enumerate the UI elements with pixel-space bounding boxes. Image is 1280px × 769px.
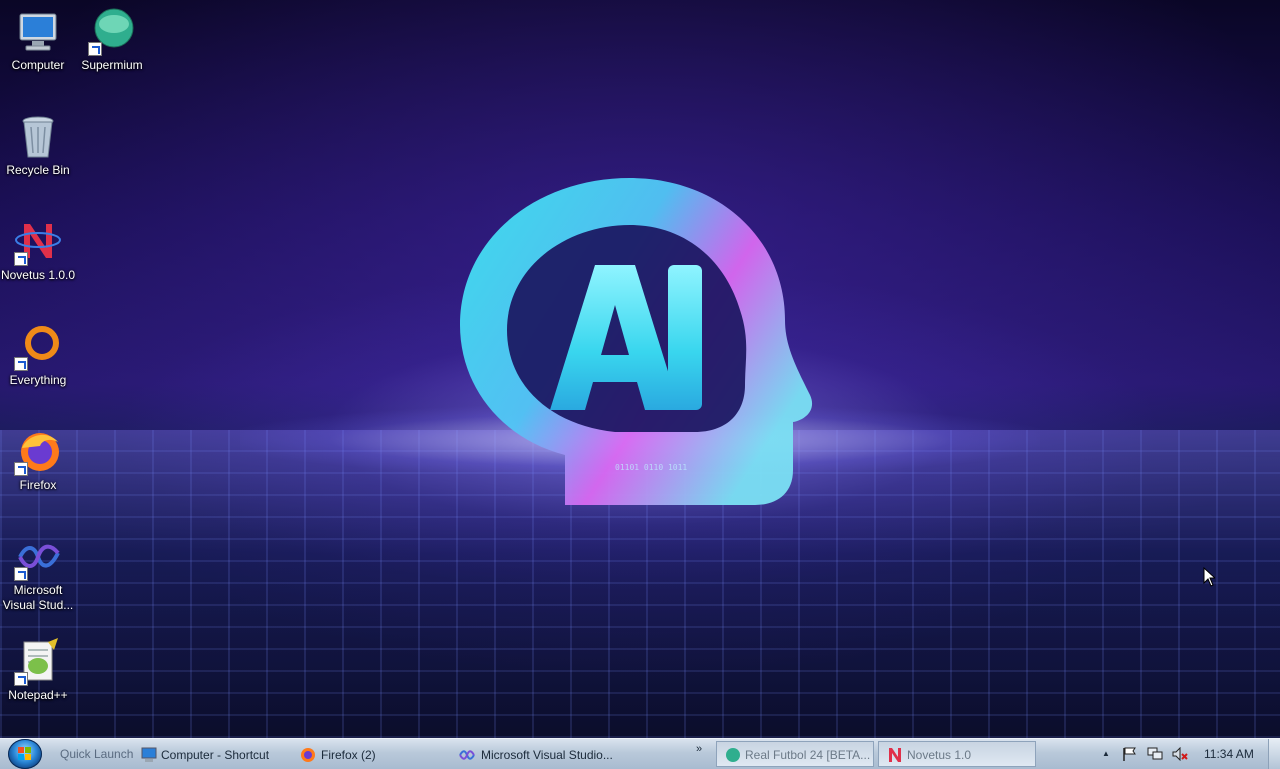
desktop-icon-everything[interactable]: Everything: [0, 323, 76, 388]
volume-muted-icon[interactable]: [1172, 747, 1188, 761]
novetus-icon: [889, 748, 901, 762]
shortcut-arrow-icon: [14, 462, 28, 476]
svg-text:01101 0110 1011: 01101 0110 1011: [615, 463, 687, 472]
desktop-icon-label: Recycle Bin: [6, 163, 70, 177]
taskbar-button-computer-shortcut[interactable]: Computer - Shortcut: [136, 741, 286, 767]
computer-icon: [141, 747, 157, 762]
computer-icon: [19, 13, 57, 51]
flag-icon[interactable]: [1122, 747, 1138, 761]
shortcut-arrow-icon: [88, 42, 102, 56]
desktop-icon-label: Supermium: [81, 58, 143, 72]
shortcut-arrow-icon: [14, 252, 28, 266]
desktop-icon-notepadpp[interactable]: Notepad++: [0, 638, 76, 703]
visual-studio-icon: [459, 750, 475, 760]
taskbar-button-novetus[interactable]: Novetus 1.0: [878, 741, 1036, 767]
start-button[interactable]: [8, 739, 42, 769]
desktop-icon-novetus[interactable]: Novetus 1.0.0: [0, 218, 76, 283]
desktop-icon-visual-studio[interactable]: Microsoft Visual Stud...: [0, 533, 76, 613]
desktop[interactable]: 01101 0110 1011 Computer Supermium Recyc…: [0, 0, 1280, 738]
taskbar-button-label: Computer - Shortcut: [161, 748, 270, 762]
desktop-icon-label: Firefox: [19, 478, 57, 492]
taskbar-button-label: Real Futbol 24 [BETA...: [745, 748, 871, 762]
taskbar-clock[interactable]: 11:34 AM: [1204, 747, 1254, 761]
desktop-icon-label: Novetus 1.0.0: [0, 268, 76, 282]
ai-logo-wallpaper: 01101 0110 1011: [460, 178, 813, 505]
firefox-icon: [301, 748, 315, 762]
taskbar-button-real-futbol[interactable]: Real Futbol 24 [BETA...: [716, 741, 874, 767]
taskbar-button-label: Firefox (2): [321, 748, 376, 762]
desktop-icon-label: Everything: [9, 373, 67, 387]
desktop-icon-label: Computer: [11, 58, 65, 72]
desktop-icon-firefox[interactable]: Firefox: [0, 428, 76, 493]
quick-launch-label[interactable]: Quick Launch: [60, 747, 133, 761]
show-desktop-button[interactable]: [1268, 739, 1280, 769]
taskbar-button-label: Microsoft Visual Studio...: [481, 748, 613, 762]
taskbar-button-visual-studio[interactable]: Microsoft Visual Studio...: [452, 741, 688, 767]
shortcut-arrow-icon: [14, 672, 28, 686]
mouse-cursor-icon: [1203, 567, 1215, 587]
taskbar-button-firefox[interactable]: Firefox (2): [294, 741, 444, 767]
recycle-bin-icon: [22, 116, 54, 158]
desktop-icon-label: Microsoft Visual Stud...: [2, 583, 74, 612]
desktop-icon-label: Notepad++: [8, 688, 68, 702]
network-icon[interactable]: [1147, 747, 1163, 761]
supermium-icon: [726, 748, 740, 762]
desktop-icon-recycle-bin[interactable]: Recycle Bin: [0, 113, 76, 178]
tray-expand-arrow-icon[interactable]: ▲: [1102, 749, 1110, 758]
taskbar: Quick Launch Computer - Shortcut Firefox…: [0, 738, 1280, 769]
shortcut-arrow-icon: [14, 357, 28, 371]
desktop-icon-supermium[interactable]: Supermium: [74, 8, 150, 73]
taskbar-overflow-chevron[interactable]: »: [696, 743, 702, 755]
taskbar-button-label: Novetus 1.0: [907, 748, 972, 762]
shortcut-arrow-icon: [14, 567, 28, 581]
desktop-icon-computer[interactable]: Computer: [0, 8, 76, 73]
windows-logo-icon: [18, 747, 31, 760]
